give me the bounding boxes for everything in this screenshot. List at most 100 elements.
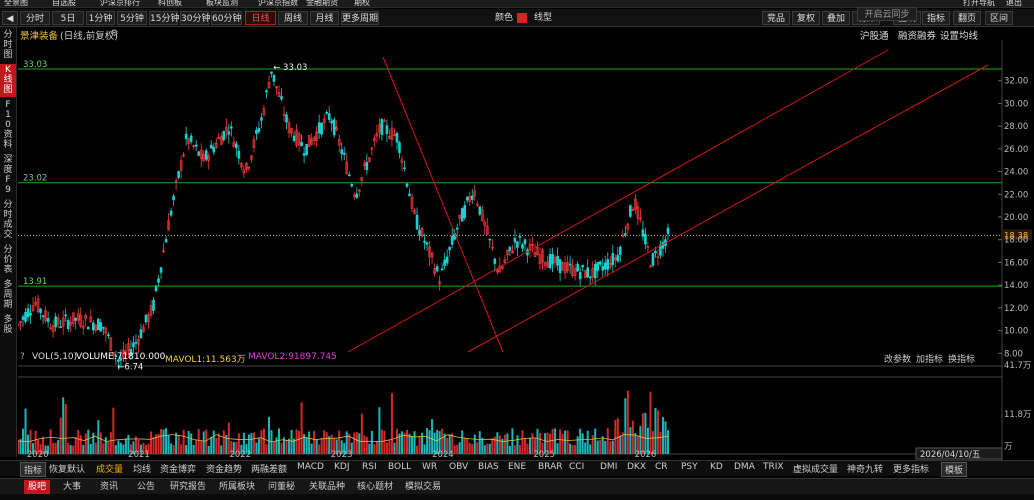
- indicator-tab[interactable]: KDJ: [334, 462, 350, 472]
- candle-body: [521, 244, 524, 249]
- period-tab[interactable]: 日线: [245, 11, 276, 25]
- candle-body: [350, 184, 354, 187]
- menu-item[interactable]: 沪深京指数: [258, 0, 298, 7]
- volume-bar: [604, 440, 607, 454]
- footer-tab[interactable]: 关联品种: [309, 480, 345, 494]
- indicator-tab[interactable]: CCI: [569, 462, 584, 472]
- menu-item[interactable]: 金融期货: [306, 0, 338, 7]
- volume-bar: [656, 410, 659, 454]
- period-tab[interactable]: 5分钟: [117, 11, 147, 25]
- tool-button[interactable]: 竞品: [762, 11, 790, 25]
- indicator-tab[interactable]: 资金博弈: [160, 462, 196, 475]
- candle-body: [99, 322, 103, 332]
- side-tab[interactable]: 分时图: [0, 29, 16, 62]
- side-tab[interactable]: 多周期: [0, 279, 16, 312]
- volume-help-icon[interactable]: ?: [20, 352, 25, 362]
- exit-link[interactable]: 退出: [1006, 0, 1022, 7]
- footer-tab[interactable]: 所属板块: [219, 480, 255, 494]
- indicator-tab[interactable]: TRIX: [763, 462, 784, 472]
- menu-item[interactable]: 科创板: [158, 0, 182, 7]
- down-trend-line[interactable]: [382, 56, 504, 353]
- period-tab[interactable]: 1分钟: [86, 11, 115, 25]
- up-channel-lower[interactable]: [467, 64, 989, 353]
- expand-icon[interactable]: ◀: [2, 11, 18, 25]
- side-tab[interactable]: 分价表: [0, 244, 16, 277]
- period-tab[interactable]: 更多周期: [341, 11, 379, 25]
- indicator-tab[interactable]: 模板: [941, 462, 968, 477]
- volume-bar: [285, 440, 288, 454]
- indicator-tab[interactable]: 指标: [20, 462, 47, 477]
- tool-button[interactable]: 翻页: [953, 11, 981, 25]
- indicator-tab[interactable]: PSY: [681, 462, 698, 472]
- open-nav-link[interactable]: 打开导航: [963, 0, 995, 7]
- footer-tab[interactable]: 资讯: [100, 480, 118, 494]
- period-tab[interactable]: 15分钟: [149, 11, 179, 25]
- volume-bar: [458, 442, 461, 454]
- side-tab[interactable]: 分时成交: [0, 199, 16, 242]
- indicator-tab[interactable]: 虚拟成交量: [793, 462, 838, 475]
- indicator-tab[interactable]: MACD: [297, 462, 324, 472]
- period-tab[interactable]: 分时: [20, 11, 50, 25]
- tool-button[interactable]: 复权: [792, 11, 820, 25]
- side-tab[interactable]: 深度F9: [0, 154, 16, 197]
- period-tab[interactable]: 5日: [52, 11, 84, 25]
- switch-indicator-button[interactable]: 换指标: [948, 352, 975, 365]
- indicator-tab[interactable]: BIAS: [478, 462, 499, 472]
- footer-tab[interactable]: 模拟交易: [405, 480, 441, 494]
- period-tab[interactable]: 周线: [278, 11, 308, 25]
- indicator-tab[interactable]: 资金趋势: [206, 462, 242, 475]
- chart-area[interactable]: 33.0323.0213.9118.38← 33.03←6.74 32.0030…: [18, 40, 1034, 460]
- footer-tab[interactable]: 大事: [63, 480, 81, 494]
- settings-gear-icon[interactable]: ⚙: [110, 28, 119, 39]
- period-tab[interactable]: 月线: [310, 11, 339, 25]
- menu-item[interactable]: 沪深京排行: [100, 0, 140, 7]
- indicator-tab[interactable]: WR: [422, 462, 437, 472]
- tool-button[interactable]: 指标: [922, 11, 950, 25]
- menu-item[interactable]: 板块监测: [206, 0, 238, 7]
- menu-item[interactable]: 自选股: [52, 0, 76, 7]
- volume-bar: [267, 416, 270, 454]
- indicator-tab[interactable]: 两融差额: [251, 462, 287, 475]
- volume-bar: [160, 429, 163, 454]
- indicator-tab[interactable]: CR: [655, 462, 668, 472]
- indicator-tab[interactable]: 更多指标: [893, 462, 929, 475]
- period-tab[interactable]: 60分钟: [211, 11, 242, 25]
- indicator-tab[interactable]: 恢复默认: [49, 462, 85, 475]
- footer-tab[interactable]: 核心题材: [357, 480, 393, 494]
- footer-tab[interactable]: 公告: [137, 480, 155, 494]
- candle-body: [508, 246, 512, 251]
- indicator-tab[interactable]: 均线: [133, 462, 151, 475]
- menu-item[interactable]: 全景图: [4, 0, 28, 7]
- color-swatch[interactable]: [517, 13, 527, 23]
- indicator-tab[interactable]: DMA: [734, 462, 755, 472]
- side-tab[interactable]: F10资料: [0, 99, 16, 152]
- change-params-button[interactable]: 改参数: [884, 352, 911, 365]
- volume-bar: [310, 443, 313, 454]
- candle-body: [470, 195, 474, 200]
- menu-item[interactable]: 期权: [354, 0, 370, 7]
- indicator-tab[interactable]: DMI: [600, 462, 617, 472]
- footer-tab[interactable]: 股吧: [24, 480, 51, 494]
- side-tab[interactable]: K线图: [0, 64, 16, 97]
- add-indicator-button[interactable]: 加指标: [916, 352, 943, 365]
- side-tab[interactable]: 多股: [0, 314, 16, 337]
- indicator-tab[interactable]: OBV: [449, 462, 468, 472]
- cloud-sync-button[interactable]: 开启云同步: [857, 7, 917, 21]
- indicator-tab[interactable]: DKX: [627, 462, 646, 472]
- footer-tab[interactable]: 问董秘: [268, 480, 295, 494]
- volume-bar: [325, 432, 328, 454]
- indicator-tab[interactable]: ENE: [508, 462, 526, 472]
- tool-button[interactable]: 区间: [985, 11, 1013, 25]
- volume-tick-label: 万: [1004, 442, 1013, 452]
- period-tab[interactable]: 30分钟: [180, 11, 210, 25]
- indicator-tab[interactable]: 成交量: [96, 462, 123, 475]
- tool-button[interactable]: 叠加: [822, 11, 850, 25]
- indicator-tab[interactable]: BRAR: [538, 462, 562, 472]
- indicator-tab[interactable]: RSI: [362, 462, 377, 472]
- indicator-tab[interactable]: KD: [710, 462, 723, 472]
- candle-body: [212, 147, 216, 153]
- indicator-tab[interactable]: 神奇九转: [847, 462, 883, 475]
- up-channel-upper[interactable]: [347, 49, 889, 353]
- indicator-tab[interactable]: BOLL: [388, 462, 411, 472]
- footer-tab[interactable]: 研究报告: [170, 480, 206, 494]
